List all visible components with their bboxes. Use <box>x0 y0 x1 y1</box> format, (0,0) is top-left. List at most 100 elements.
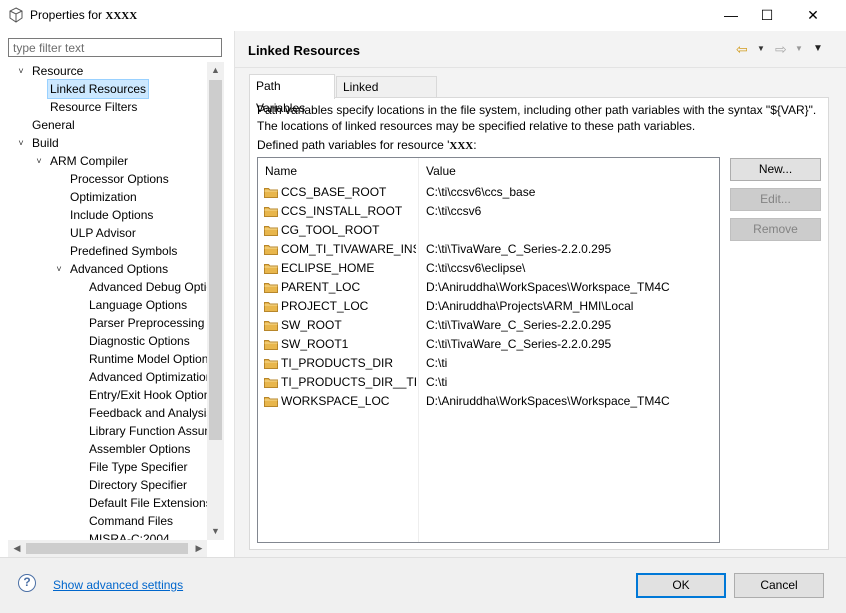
tree-item-label: Default File Extensions <box>89 496 207 510</box>
remove-button[interactable]: Remove <box>730 218 821 241</box>
folder-icon <box>264 397 278 407</box>
tree-item-label: Include Options <box>70 208 154 222</box>
table-row[interactable]: CCS_BASE_ROOT C:\ti\ccsv6\ccs_base <box>257 183 720 202</box>
table-row[interactable]: WORKSPACE_LOC D:\Aniruddha\WorkSpaces\Wor… <box>257 392 720 411</box>
expand-chevron-icon[interactable]: ˅ <box>16 62 26 80</box>
tree-item-label: Resource <box>32 64 84 78</box>
window-title-project: XXXX <box>105 10 138 22</box>
folder-icon <box>264 340 278 350</box>
defined-variables-label: Defined path variables for resource 'XXX… <box>257 138 477 152</box>
variable-name: CG_TOOL_ROOT <box>281 223 380 237</box>
cancel-button[interactable]: Cancel <box>734 573 824 598</box>
variable-name: ECLIPSE_HOME <box>281 261 375 275</box>
close-button[interactable]: ✕ <box>790 0 836 31</box>
scroll-down-arrow-icon[interactable]: ▼ <box>207 524 224 538</box>
table-row[interactable]: PROJECT_LOC D:\Aniruddha\Projects\ARM_HMI… <box>257 297 720 316</box>
new-button[interactable]: New... <box>730 158 821 181</box>
folder-icon <box>264 359 278 369</box>
tree-horizontal-scroll-thumb[interactable] <box>26 543 188 554</box>
view-menu-icon[interactable]: ▼ <box>813 41 823 57</box>
tree-item-label: Optimization <box>70 190 137 204</box>
back-dropdown-icon[interactable]: ▼ <box>757 41 765 57</box>
app-icon <box>9 7 23 23</box>
forward-dropdown-icon[interactable]: ▼ <box>795 41 803 57</box>
table-rows: CCS_BASE_ROOT C:\ti\ccsv6\ccs_base CCS_INS… <box>257 183 720 541</box>
column-header-value[interactable]: Value <box>426 164 456 178</box>
tree-item-label: Runtime Model Options <box>89 352 207 366</box>
tree-vertical-scroll-thumb[interactable] <box>209 80 222 440</box>
page-title: Linked Resources <box>248 43 360 58</box>
column-header-name[interactable]: Name <box>265 164 297 178</box>
maximize-button[interactable]: ☐ <box>744 0 790 31</box>
table-row[interactable]: TI_PRODUCTS_DIR C:\ti <box>257 354 720 373</box>
expand-chevron-icon[interactable]: ˅ <box>16 134 26 152</box>
variable-value: C:\ti <box>426 375 448 389</box>
variable-value: C:\ti <box>426 356 448 370</box>
tree-item-label: Advanced Optimizations <box>89 370 207 384</box>
tree-item-label: Advanced Options <box>70 262 169 276</box>
tree-item-label: ULP Advisor <box>70 226 136 240</box>
variable-name: PARENT_LOC <box>281 280 361 294</box>
ok-button[interactable]: OK <box>636 573 726 598</box>
tree-item-label: Resource Filters <box>50 100 138 114</box>
folder-icon <box>264 321 278 331</box>
variable-value: C:\ti\ccsv6\eclipse\ <box>426 261 526 275</box>
tree-item-label: Feedback and Analysis <box>89 406 207 420</box>
variable-value: C:\ti\TivaWare_C_Series-2.2.0.295 <box>426 318 612 332</box>
variable-name: SW_ROOT <box>281 318 342 332</box>
tab-path-variables[interactable]: Path Variables <box>249 74 335 115</box>
tree-item-label: ARM Compiler <box>50 154 129 168</box>
table-row[interactable]: CG_TOOL_ROOT <box>257 221 720 240</box>
variable-value: D:\Aniruddha\WorkSpaces\Workspace_TM4C <box>426 394 670 408</box>
table-row[interactable]: PARENT_LOC D:\Aniruddha\WorkSpaces\Worksp… <box>257 278 720 297</box>
tree-item-label: Assembler Options <box>89 442 191 456</box>
tree-item-label: Build <box>32 136 59 150</box>
tree-item-label: MISRA-C:2004 <box>89 532 170 540</box>
table-row[interactable]: SW_ROOT C:\ti\TivaWare_C_Series-2.2.0.295 <box>257 316 720 335</box>
properties-tree: ˅ Resource Linked Resources Resource Filter… <box>8 62 207 540</box>
variable-value: C:\ti\TivaWare_C_Series-2.2.0.295 <box>426 242 612 256</box>
variable-value: D:\Aniruddha\WorkSpaces\Workspace_TM4C <box>426 280 670 294</box>
folder-icon <box>264 226 278 236</box>
expand-chevron-icon[interactable]: ˅ <box>34 152 44 170</box>
back-arrow-icon[interactable]: ⇦ <box>736 41 752 57</box>
variable-value: C:\ti\ccsv6\ccs_base <box>426 185 536 199</box>
tree-item-label: Directory Specifier <box>89 478 188 492</box>
folder-icon <box>264 264 278 274</box>
scroll-right-arrow-icon[interactable]: ▶ <box>192 540 206 557</box>
tree-item-label: Diagnostic Options <box>89 334 190 348</box>
folder-icon <box>264 245 278 255</box>
variable-value: C:\ti\ccsv6 <box>426 204 482 218</box>
variable-value: D:\Aniruddha\Projects\ARM_HMI\Local <box>426 299 634 313</box>
show-advanced-settings-link[interactable]: Show advanced settings <box>53 578 183 592</box>
tree-item-label: General <box>32 118 75 132</box>
tree-item-label: Entry/Exit Hook Options <box>89 388 207 402</box>
tab-linked-resources[interactable]: Linked Resources <box>336 76 437 114</box>
tree-item-label: File Type Specifier <box>89 460 188 474</box>
resource-name: XXX <box>449 140 474 152</box>
tree-item-label: Library Function Assumptions <box>89 424 207 438</box>
description-line-2: The locations of linked resources may be… <box>257 119 696 133</box>
edit-button[interactable]: Edit... <box>730 188 821 211</box>
table-row[interactable]: SW_ROOT1 C:\ti\TivaWare_C_Series-2.2.0.29… <box>257 335 720 354</box>
scroll-up-arrow-icon[interactable]: ▲ <box>207 63 224 77</box>
variable-name: SW_ROOT1 <box>281 337 349 351</box>
variable-name: TI_PRODUCTS_DIR <box>281 356 394 370</box>
table-row[interactable]: COM_TI_TIVAWARE_INS... C:\ti\TivaWare_C_S… <box>257 240 720 259</box>
table-row[interactable]: CCS_INSTALL_ROOT C:\ti\ccsv6 <box>257 202 720 221</box>
window-title: Properties for XXXX <box>30 8 138 22</box>
tree-item-label: Language Options <box>89 298 188 312</box>
variable-name: CCS_BASE_ROOT <box>281 185 387 199</box>
folder-icon <box>264 188 278 198</box>
description-line-1: Path variables specify locations in the … <box>257 103 817 117</box>
help-icon[interactable]: ? <box>18 574 36 592</box>
folder-icon <box>264 207 278 217</box>
tree-item-label: Command Files <box>89 514 174 528</box>
forward-arrow-icon[interactable]: ⇨ <box>775 41 791 57</box>
tree-item-label: Advanced Debug Options <box>89 280 207 294</box>
expand-chevron-icon[interactable]: ˅ <box>54 260 64 278</box>
table-row[interactable]: TI_PRODUCTS_DIR__TIREX C:\ti <box>257 373 720 392</box>
scroll-left-arrow-icon[interactable]: ◀ <box>10 540 24 557</box>
table-row[interactable]: ECLIPSE_HOME C:\ti\ccsv6\eclipse\ <box>257 259 720 278</box>
filter-input[interactable] <box>8 38 222 57</box>
